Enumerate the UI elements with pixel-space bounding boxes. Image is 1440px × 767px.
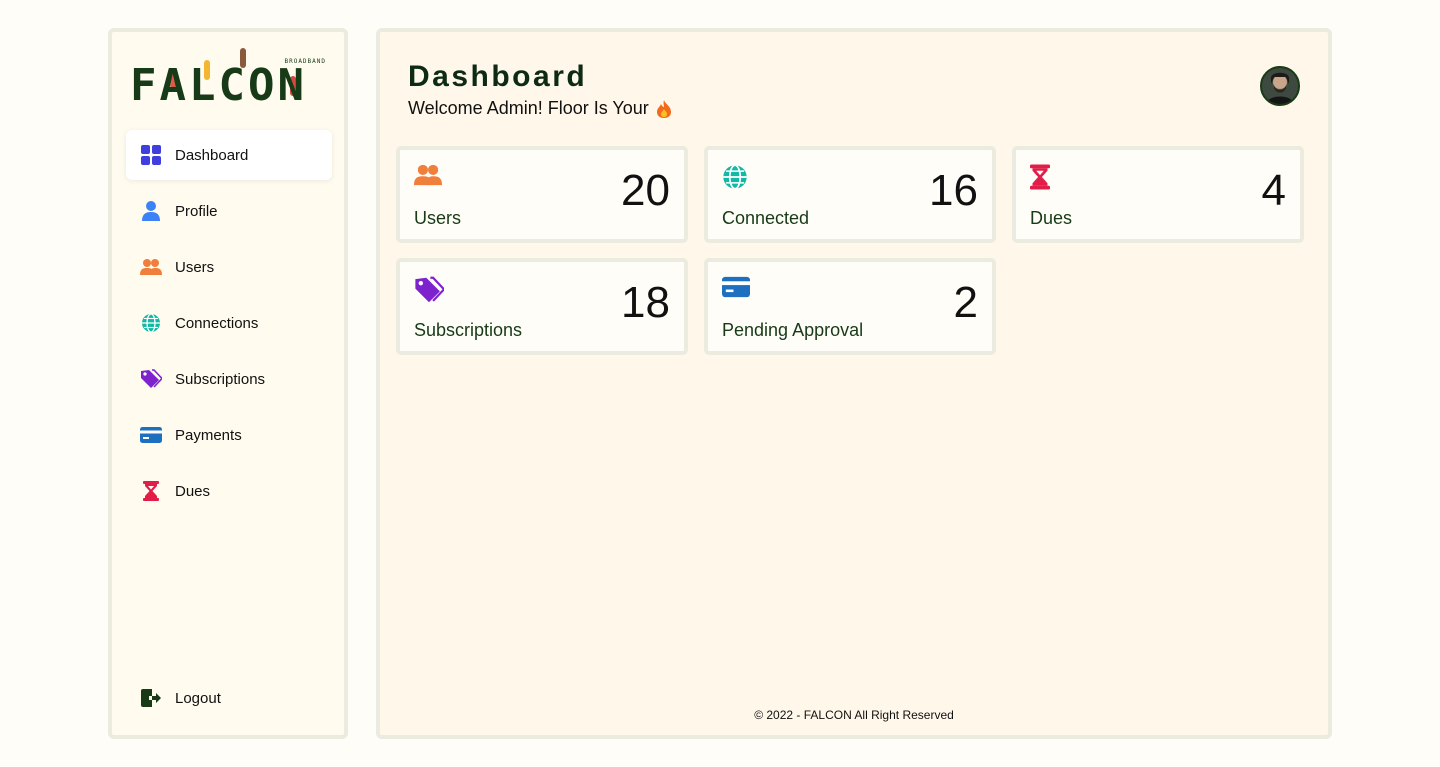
- grid-icon: [140, 144, 162, 166]
- logout-label: Logout: [175, 689, 221, 707]
- stat-card-connected[interactable]: Connected 16: [704, 146, 996, 243]
- stat-value: 20: [621, 166, 670, 215]
- stat-label: Users: [414, 208, 462, 228]
- sidebar-item-label: Profile: [175, 202, 218, 220]
- stat-value: 18: [621, 278, 670, 327]
- sidebar-item-label: Dues: [175, 482, 211, 500]
- welcome-message: Welcome Admin! Floor Is Your: [408, 98, 671, 119]
- sidebar-item-subscriptions[interactable]: Subscriptions: [126, 354, 332, 404]
- stat-value: 2: [953, 278, 978, 327]
- sidebar-item-label: Users: [175, 258, 215, 276]
- stat-card-users[interactable]: Users 20: [396, 146, 688, 243]
- globe-icon: [140, 312, 162, 334]
- stat-card-pending-approval[interactable]: Pending Approval 2: [704, 258, 996, 355]
- stat-label: Pending Approval: [722, 320, 864, 340]
- stat-card-dues[interactable]: Dues 4: [1012, 146, 1304, 243]
- fire-icon: [656, 99, 671, 118]
- hourglass-icon: [140, 480, 162, 502]
- sidebar-item-label: Dashboard: [175, 146, 249, 164]
- users-icon: [414, 164, 444, 194]
- stat-label: Dues: [1030, 208, 1073, 228]
- globe-icon: [722, 164, 752, 194]
- welcome-text: Welcome Admin! Floor Is Your: [408, 98, 649, 118]
- credit-card-icon: [722, 276, 752, 306]
- tags-icon: [414, 276, 446, 306]
- sidebar: FALCON BROADBAND Dashboard Profile Users: [108, 28, 348, 739]
- user-avatar[interactable]: [1260, 66, 1300, 106]
- sidebar-item-label: Payments: [175, 426, 242, 444]
- logo-wordmark: FALCON: [130, 60, 307, 111]
- logout-button[interactable]: Logout: [126, 676, 332, 720]
- stat-value: 4: [1261, 166, 1286, 215]
- stat-value: 16: [929, 166, 978, 215]
- falcon-logo[interactable]: FALCON BROADBAND: [130, 46, 330, 111]
- sidebar-item-label: Connections: [175, 314, 259, 332]
- tags-icon: [140, 368, 162, 390]
- page-title: Dashboard: [408, 60, 588, 93]
- stat-card-subscriptions[interactable]: Subscriptions 18: [396, 258, 688, 355]
- sidebar-item-dashboard[interactable]: Dashboard: [126, 130, 332, 180]
- sidebar-nav: Dashboard Profile Users Connections Subs…: [126, 130, 332, 522]
- sidebar-item-payments[interactable]: Payments: [126, 410, 332, 460]
- main-panel: Dashboard Welcome Admin! Floor Is Your U…: [376, 28, 1332, 739]
- sidebar-item-dues[interactable]: Dues: [126, 466, 332, 516]
- sidebar-item-users[interactable]: Users: [126, 242, 332, 292]
- stat-label: Subscriptions: [414, 320, 523, 340]
- stat-label: Connected: [722, 208, 810, 228]
- sidebar-item-connections[interactable]: Connections: [126, 298, 332, 348]
- hourglass-icon: [1030, 164, 1060, 194]
- logo-tagline: BROADBAND: [284, 58, 326, 65]
- logout-icon: [140, 687, 162, 709]
- sidebar-item-profile[interactable]: Profile: [126, 186, 332, 236]
- credit-card-icon: [140, 424, 162, 446]
- person-icon: [140, 200, 162, 222]
- sidebar-item-label: Subscriptions: [175, 370, 266, 388]
- footer-copyright: © 2022 - FALCON All Right Reserved: [754, 708, 954, 722]
- users-icon: [140, 256, 162, 278]
